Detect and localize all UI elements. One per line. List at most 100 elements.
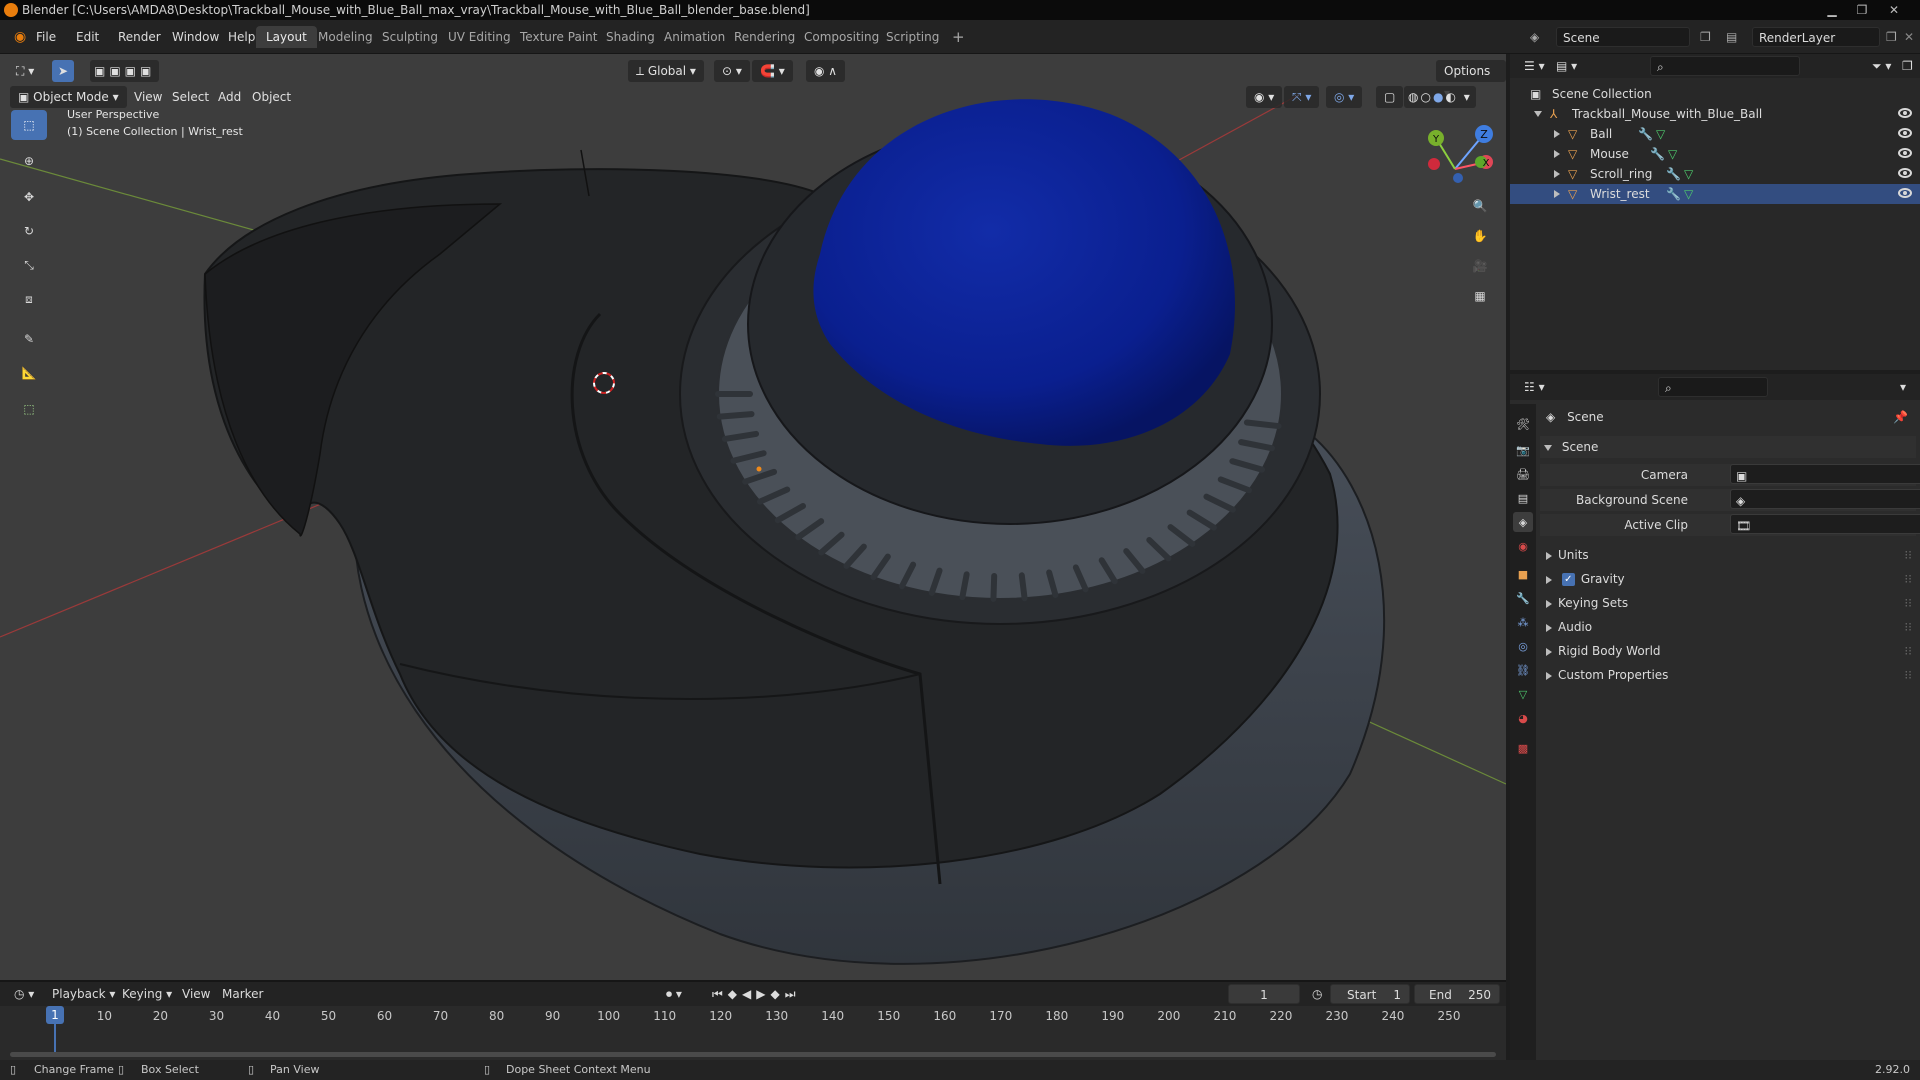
rigid-body-world-panel-header[interactable]: Rigid Body World ⁝⁝ xyxy=(1540,640,1916,662)
outliner-editor-type-icon[interactable]: ☰ ▾ xyxy=(1518,56,1551,76)
eye-icon[interactable] xyxy=(1898,168,1912,178)
new-collection-icon[interactable]: ❐ xyxy=(1896,56,1919,76)
properties-editor-type-icon[interactable]: ☷ ▾ xyxy=(1518,377,1551,397)
select-tool-icon[interactable]: ➤ xyxy=(52,60,75,82)
keying-sets-panel-header[interactable]: Keying Sets ⁝⁝ xyxy=(1540,592,1916,614)
auto-keying-icon[interactable]: ⏺ ▾ xyxy=(660,984,688,1004)
drag-handle-icon[interactable]: ⁝⁝ xyxy=(1904,568,1912,590)
expand-arrow-icon[interactable] xyxy=(1554,190,1560,198)
ortho-grid-icon[interactable]: ▦ xyxy=(1466,282,1494,310)
pan-hand-icon[interactable]: ✋ xyxy=(1466,222,1494,250)
gizmo-neg-x-handle[interactable] xyxy=(1428,158,1440,170)
outliner-row-scroll-ring[interactable]: ▽ Scroll_ring 🔧 ▽ xyxy=(1510,164,1920,184)
menu-file[interactable]: File xyxy=(30,27,62,47)
background-scene-field[interactable]: ◈ xyxy=(1730,489,1920,509)
particles-tab-icon[interactable]: ⁂ xyxy=(1513,612,1533,632)
audio-panel-header[interactable]: Audio ⁝⁝ xyxy=(1540,616,1916,638)
menu-playback[interactable]: Playback ▾ xyxy=(46,984,121,1004)
menu-object[interactable]: Object xyxy=(244,86,299,108)
object-tab-icon[interactable]: ■ xyxy=(1513,564,1533,584)
playhead[interactable]: 1 xyxy=(46,1006,64,1024)
timeline-scrollbar[interactable] xyxy=(10,1052,1496,1057)
eye-icon[interactable] xyxy=(1898,148,1912,158)
mesh-data-tab-icon[interactable]: ▽ xyxy=(1513,684,1533,704)
gizmo-toggle-icon[interactable]: ⤧ ▾ xyxy=(1284,86,1320,108)
gizmo-neg-z-handle[interactable] xyxy=(1453,173,1463,183)
gravity-panel-header[interactable]: ✓ Gravity ⁝⁝ xyxy=(1540,568,1916,590)
timeline-ruler[interactable]: 10 20 30 40 50 60 70 80 90 100 110 120 130 140 150 160 1… xyxy=(0,1006,1506,1028)
mode-dropdown[interactable]: ▣ Object Mode ▾ xyxy=(10,86,127,108)
tool-tab-icon[interactable]: 🛠 xyxy=(1513,414,1533,434)
outliner-row-wrist-rest[interactable]: ▽ Wrist_rest 🔧 ▽ xyxy=(1510,184,1920,204)
units-panel-header[interactable]: Units ⁝⁝ xyxy=(1540,544,1916,566)
playback-controls-icons[interactable]: ⏮◆◀▶◆⏭ xyxy=(706,984,807,1004)
current-frame-field[interactable]: 1 xyxy=(1228,984,1300,1004)
drag-handle-icon[interactable]: ⁝⁝ xyxy=(1904,544,1912,566)
eye-icon[interactable] xyxy=(1898,188,1912,198)
outliner-editor[interactable]: ☰ ▾ ▤ ▾ ⌕ ⏷ ▾ ❐ ▣ Scene Collection ⅄ Tra… xyxy=(1510,54,1920,370)
scene-selector-icon[interactable]: ◈ xyxy=(1524,27,1545,47)
menu-keying[interactable]: Keying ▾ xyxy=(116,984,178,1004)
end-frame-field[interactable]: End 250 xyxy=(1414,984,1500,1004)
scene-field[interactable]: Scene xyxy=(1556,27,1690,47)
add-workspace-icon[interactable]: + xyxy=(942,26,975,48)
tab-uv-editing[interactable]: UV Editing xyxy=(438,26,521,48)
view-layer-icon[interactable]: ▤ xyxy=(1720,27,1743,47)
menu-timeline-view[interactable]: View xyxy=(176,984,216,1004)
texture-tab-icon[interactable]: ▩ xyxy=(1513,738,1533,758)
pivot-point-icon[interactable]: ⊙ ▾ xyxy=(714,60,750,82)
cursor-tool[interactable]: ⊕ xyxy=(11,146,47,176)
expand-arrow-icon[interactable] xyxy=(1554,170,1560,178)
properties-search-input[interactable]: ⌕ xyxy=(1658,377,1768,397)
selection-mode-icons[interactable]: ▣▣▣▣ xyxy=(90,60,160,82)
add-cube-tool[interactable]: ⬚ xyxy=(11,394,47,424)
physics-tab-icon[interactable]: ◎ xyxy=(1513,636,1533,656)
display-mode-icon[interactable]: ▤ ▾ xyxy=(1550,56,1583,76)
output-tab-icon[interactable]: 🖨 xyxy=(1513,464,1533,484)
editor-type-icon[interactable]: ⛶ ▾ xyxy=(8,60,42,82)
transform-orientation-dropdown[interactable]: ⟂ Global ▾ xyxy=(628,60,704,82)
tab-scripting[interactable]: Scripting xyxy=(876,26,949,48)
tab-sculpting[interactable]: Sculpting xyxy=(372,26,448,48)
constraints-tab-icon[interactable]: ⛓ xyxy=(1513,660,1533,680)
material-tab-icon[interactable]: ◕ xyxy=(1513,708,1533,728)
outliner-row-collection[interactable]: ⅄ Trackball_Mouse_with_Blue_Ball xyxy=(1510,104,1920,124)
start-frame-field[interactable]: Start 1 xyxy=(1330,984,1410,1004)
maximize-icon[interactable]: ❐ xyxy=(1848,0,1876,20)
viewport-scene[interactable]: Z X Y xyxy=(0,54,1506,980)
active-clip-field[interactable]: 🎞 xyxy=(1730,514,1920,534)
menu-marker[interactable]: Marker xyxy=(216,984,269,1004)
outliner-row-mouse[interactable]: ▽ Mouse 🔧 ▽ xyxy=(1510,144,1920,164)
view-layer-tab-icon[interactable]: ▤ xyxy=(1513,488,1533,508)
expand-arrow-icon[interactable] xyxy=(1554,150,1560,158)
expand-arrow-icon[interactable] xyxy=(1554,130,1560,138)
rotate-tool[interactable]: ↻ xyxy=(11,216,47,246)
outliner-row-ball[interactable]: ▽ Ball 🔧 ▽ xyxy=(1510,124,1920,144)
overlays-icon[interactable]: ◎ ▾ xyxy=(1326,86,1363,108)
options-dropdown[interactable]: Options ▾ xyxy=(1436,60,1506,100)
eye-icon[interactable] xyxy=(1898,128,1912,138)
outliner-search-input[interactable]: ⌕ xyxy=(1650,56,1800,76)
tab-animation[interactable]: Animation xyxy=(654,26,735,48)
zoom-icon[interactable]: 🔍 xyxy=(1466,192,1494,220)
custom-properties-panel-header[interactable]: Custom Properties ⁝⁝ xyxy=(1540,664,1916,686)
scale-tool[interactable]: ⤡ xyxy=(11,250,47,280)
eye-icon[interactable] xyxy=(1898,108,1912,118)
shading-mode-icons[interactable]: ◍○●◐ ▾ xyxy=(1404,86,1476,108)
render-layer-field[interactable]: RenderLayer xyxy=(1752,27,1880,47)
outliner-row-scene-collection[interactable]: ▣ Scene Collection xyxy=(1510,84,1920,104)
snap-icon[interactable]: 🧲 ▾ xyxy=(752,60,793,82)
gravity-checkbox[interactable]: ✓ xyxy=(1561,573,1575,586)
timeline-editor[interactable]: ◷ ▾ Playback ▾ Keying ▾ View Marker ⏺ ▾ … xyxy=(0,980,1506,1060)
drag-handle-icon[interactable]: ⁝⁝ xyxy=(1904,616,1912,638)
world-tab-icon[interactable]: ◉ xyxy=(1513,536,1533,556)
render-tab-icon[interactable]: 📷 xyxy=(1513,440,1533,460)
menu-edit[interactable]: Edit xyxy=(70,27,105,47)
scene-tab-icon[interactable]: ◈ xyxy=(1513,512,1533,532)
minimize-icon[interactable]: ▁ xyxy=(1818,0,1846,20)
3d-viewport[interactable]: Z X Y ⛶ ▾ ➤ ▣▣▣▣ ⟂ Global ▾ ⊙ ▾ 🧲 ▾ ◉ ∧ … xyxy=(0,54,1506,980)
annotate-tool[interactable]: ✎ xyxy=(11,324,47,354)
drag-handle-icon[interactable]: ⁝⁝ xyxy=(1904,592,1912,614)
camera-view-icon[interactable]: 🎥 xyxy=(1466,252,1494,280)
scene-panel-header[interactable]: Scene xyxy=(1540,436,1916,458)
